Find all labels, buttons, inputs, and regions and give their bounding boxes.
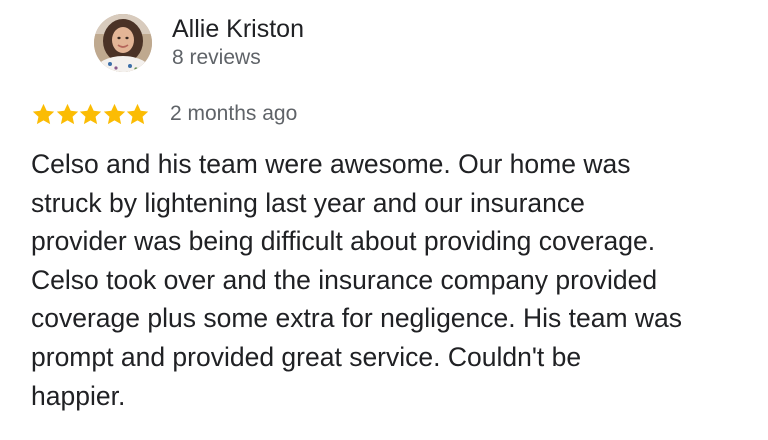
review-text-line: Celso and his team were awesome. Our hom… — [31, 149, 631, 179]
review-text-line: happier. — [31, 380, 126, 411]
star-icon — [103, 103, 125, 124]
reviewer-avatar[interactable] — [94, 14, 152, 72]
review-text: Celso and his team were awesome. Our hom… — [31, 145, 751, 415]
avatar-photo — [94, 14, 152, 72]
reviewer-name[interactable]: Allie Kriston — [172, 14, 304, 44]
star-rating — [31, 100, 149, 128]
review-text-line: provider was being difficult about provi… — [31, 226, 656, 257]
star-icon — [126, 103, 149, 124]
review-card: Allie Kriston 8 reviews 2 months ago Cel… — [0, 0, 768, 440]
star-icon — [56, 103, 78, 124]
star-icon — [32, 103, 55, 124]
reviewer-review-count[interactable]: 8 reviews — [172, 44, 261, 72]
review-text-line: prompt and provided great service. Could… — [31, 341, 582, 372]
review-text-line: struck by lightening last year and our i… — [31, 187, 585, 218]
review-date: 2 months ago — [170, 102, 298, 125]
star-icon — [79, 103, 102, 124]
review-text-line: Celso took over and the insurance compan… — [31, 264, 658, 295]
review-text-line: coverage plus some extra for negligence.… — [31, 303, 683, 334]
